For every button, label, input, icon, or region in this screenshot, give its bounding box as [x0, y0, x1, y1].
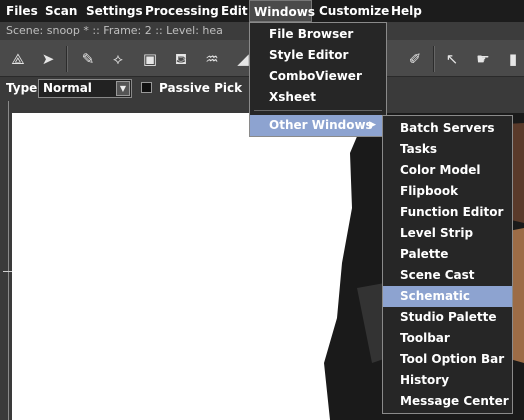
geometric-tool-icon[interactable]: ⟡ [107, 48, 129, 70]
menu-divider [254, 110, 382, 111]
pump-tool-icon[interactable]: ▮ [502, 48, 524, 70]
menu-scan[interactable]: Scan [45, 0, 77, 22]
submenu-item-flipbook[interactable]: Flipbook [383, 181, 512, 202]
submenu-item-batch-servers[interactable]: Batch Servers [383, 118, 512, 139]
submenu-item-scene-cast[interactable]: Scene Cast [383, 265, 512, 286]
chevron-down-icon[interactable]: ▼ [116, 81, 130, 96]
submenu-item-tasks[interactable]: Tasks [383, 139, 512, 160]
menu-item-other-windows[interactable]: Other Windows ▶ [250, 115, 386, 136]
passive-pick-checkbox[interactable] [141, 82, 152, 93]
brush-tool-icon[interactable]: ✎ [77, 48, 99, 70]
type-tool-icon[interactable]: ▣ [139, 48, 161, 70]
menu-bar: Files Scan Settings Processing Edit Wind… [0, 0, 524, 22]
submenu-item-function-editor[interactable]: Function Editor [383, 202, 512, 223]
other-windows-label: Other Windows [269, 118, 373, 132]
paint-brush-tool-icon[interactable]: ♒ [201, 48, 223, 70]
toolbar-separator [433, 46, 435, 72]
submenu-item-message-center[interactable]: Message Center [383, 391, 512, 412]
rgb-picker-icon[interactable]: ✐ [404, 48, 426, 70]
submenu-item-schematic[interactable]: Schematic [383, 286, 512, 307]
menu-item-xsheet[interactable]: Xsheet [250, 87, 386, 108]
submenu-item-history[interactable]: History [383, 370, 512, 391]
menu-edit[interactable]: Edit [221, 0, 248, 22]
animate-tool-icon[interactable]: ⟁ [7, 48, 29, 70]
menu-help[interactable]: Help [391, 0, 422, 22]
submenu-item-level-strip[interactable]: Level Strip [383, 223, 512, 244]
scene-info-text: Scene: snoop * :: Frame: 2 :: Level: hea [6, 24, 223, 37]
menu-item-comboviewer[interactable]: ComboViewer [250, 66, 386, 87]
menu-item-style-editor[interactable]: Style Editor [250, 45, 386, 66]
passive-pick-label: Passive Pick [159, 81, 243, 95]
fill-tool-icon[interactable]: ⛾ [170, 48, 192, 70]
menu-processing[interactable]: Processing [145, 0, 219, 22]
submenu-item-toolbar[interactable]: Toolbar [383, 328, 512, 349]
submenu-item-tool-option-bar[interactable]: Tool Option Bar [383, 349, 512, 370]
selection-tool-icon[interactable]: ➤ [37, 48, 59, 70]
type-select-value: Normal [43, 81, 92, 95]
type-select[interactable]: Normal ▼ [38, 79, 132, 98]
menu-settings[interactable]: Settings [86, 0, 143, 22]
windows-menu: File Browser Style Editor ComboViewer Xs… [249, 22, 387, 137]
menu-files[interactable]: Files [6, 0, 38, 22]
menu-windows[interactable]: Windows [249, 0, 315, 22]
submenu-item-color-model[interactable]: Color Model [383, 160, 512, 181]
toolbar-separator [66, 46, 68, 72]
pinch-tool-icon[interactable]: ☛ [472, 48, 494, 70]
type-label: Type: [6, 81, 43, 95]
control-point-editor-icon[interactable]: ↖ [441, 48, 463, 70]
submenu-item-studio-palette[interactable]: Studio Palette [383, 307, 512, 328]
ruler-tick [3, 271, 12, 272]
submenu-item-palette[interactable]: Palette [383, 244, 512, 265]
menu-customize[interactable]: Customize [319, 0, 389, 22]
other-windows-submenu: Batch Servers Tasks Color Model Flipbook… [382, 115, 513, 414]
menu-item-file-browser[interactable]: File Browser [250, 24, 386, 45]
submenu-arrow-icon: ▶ [369, 120, 376, 130]
vertical-ruler [8, 101, 9, 420]
